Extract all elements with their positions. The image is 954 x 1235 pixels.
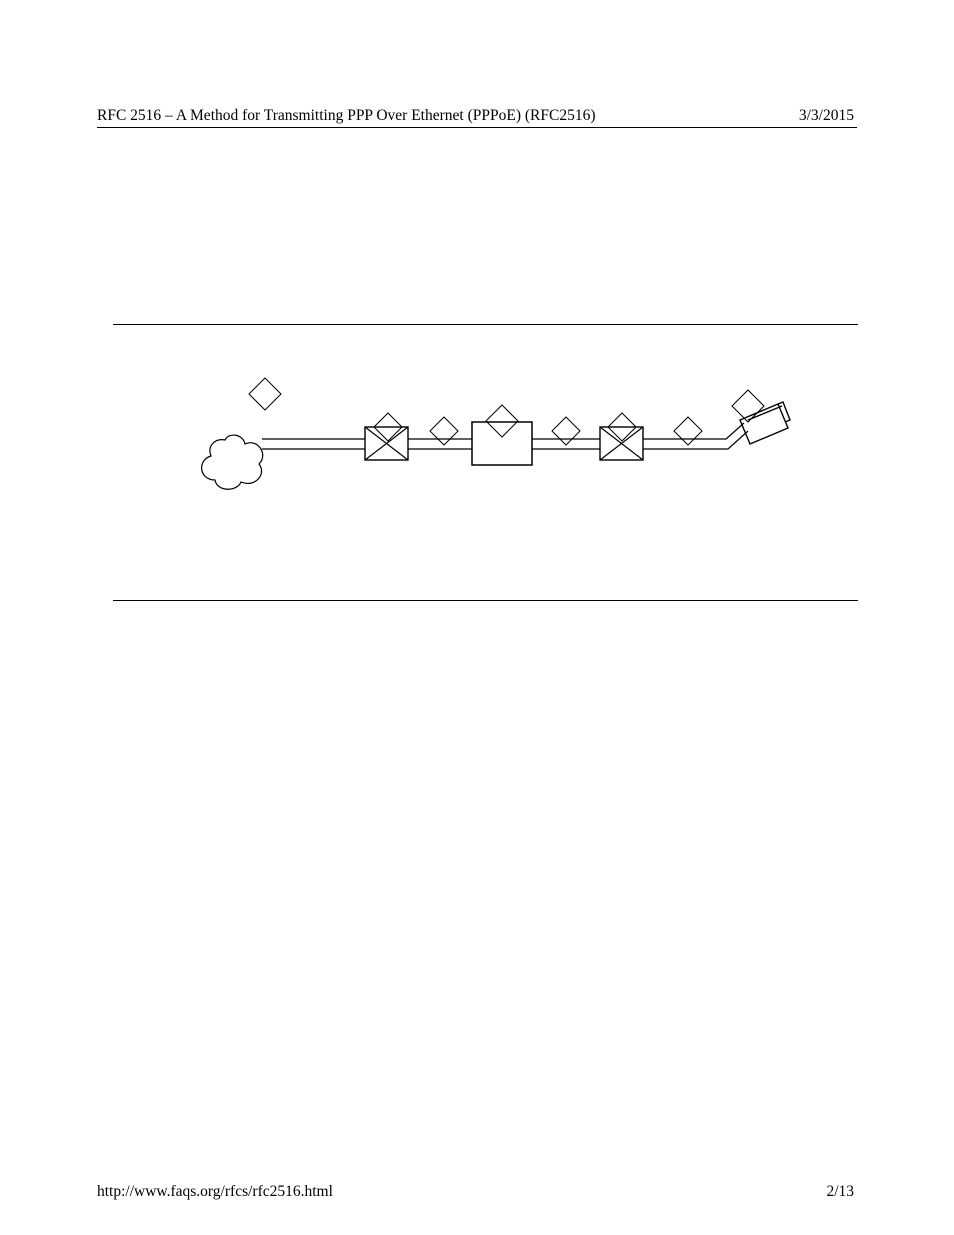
footer-page: 2/13 (826, 1184, 854, 1200)
footer-url: http://www.faqs.org/rfcs/rfc2516.html (97, 1184, 333, 1200)
figure-1-diagram (0, 0, 954, 620)
page: RFC 2516 – A Method for Transmitting PPP… (0, 0, 954, 1235)
divider (113, 600, 858, 601)
